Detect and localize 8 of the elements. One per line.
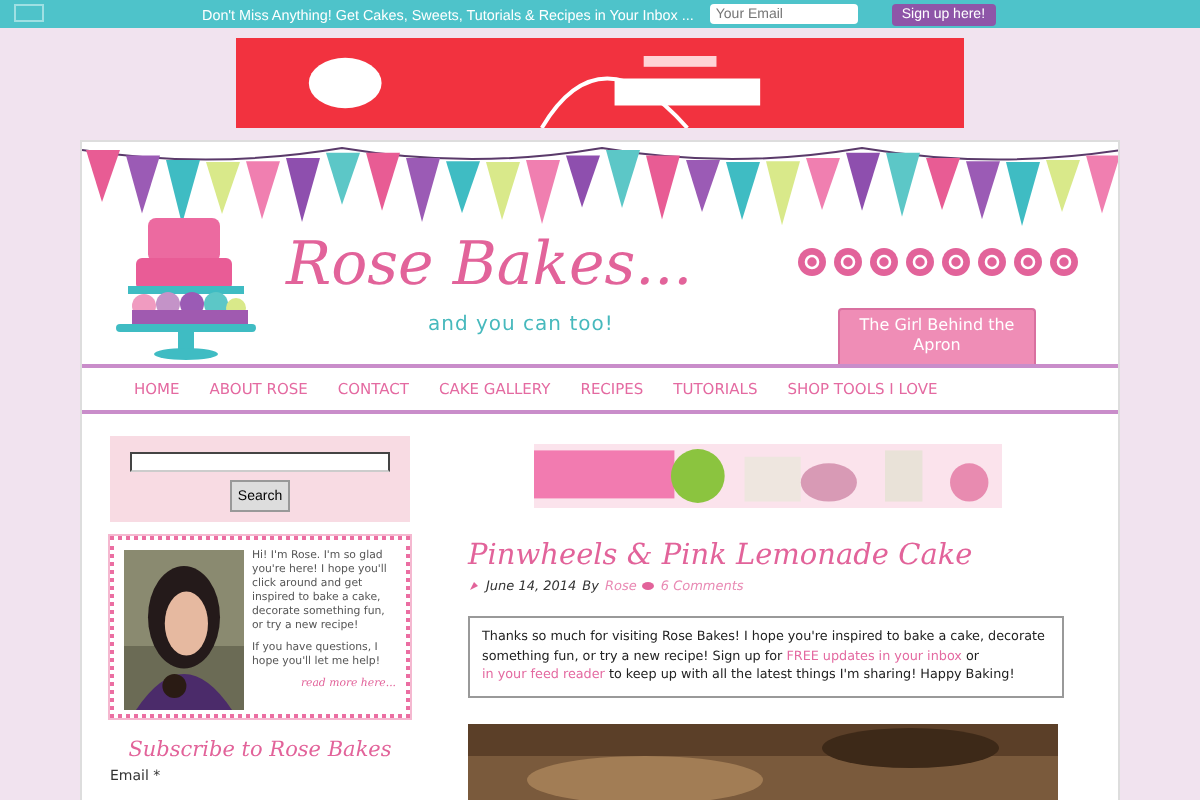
post-title[interactable]: Pinwheels & Pink Lemonade Cake (468, 540, 1088, 572)
comment-icon (642, 580, 655, 592)
search-field[interactable] (130, 452, 390, 472)
tagline: and you can too! (428, 314, 614, 336)
pin-icon (468, 580, 480, 592)
about-tab[interactable]: The Girl Behind the Apron (838, 308, 1036, 364)
subscribe-heading: Subscribe to Rose Bakes (126, 738, 394, 762)
site-logo[interactable]: Rose Bakes... (286, 230, 693, 300)
